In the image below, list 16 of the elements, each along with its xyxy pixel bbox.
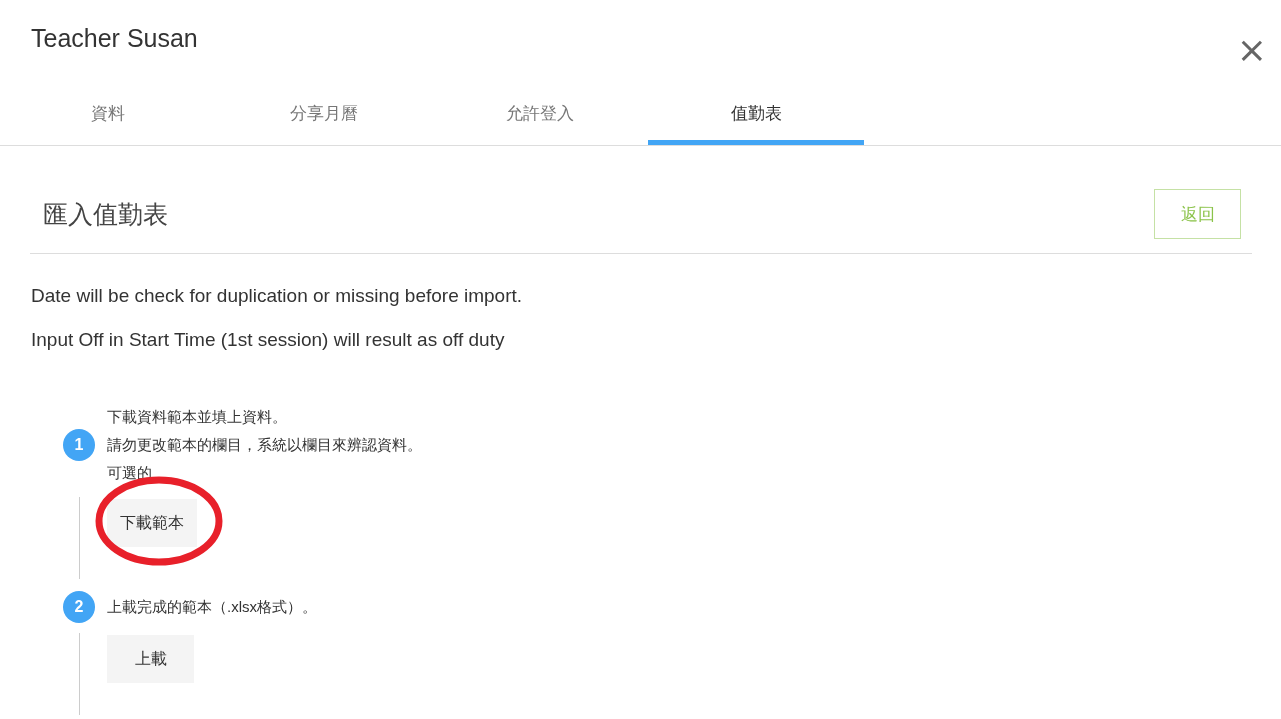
note-text: Date will be check for duplication or missing before import.: [31, 285, 524, 307]
dialog-title: Teacher Susan: [31, 24, 198, 53]
step-number: 1: [63, 429, 95, 461]
step-instruction: 下載資料範本並填上資料。: [107, 407, 288, 427]
tab[interactable]: 資料: [0, 90, 216, 145]
upload-button[interactable]: 上載: [107, 635, 194, 683]
tab[interactable]: 允許登入: [432, 90, 648, 145]
step-number: 2: [63, 591, 95, 623]
tab[interactable]: 分享月曆: [216, 90, 432, 145]
step-instruction: 請勿更改範本的欄目，系統以欄目來辨認資料。: [107, 435, 422, 455]
close-button[interactable]: ×: [1236, 32, 1267, 68]
tab[interactable]: 值勤表: [648, 90, 864, 145]
note-text: Input Off in Start Time (1st session) will result as off duty: [31, 329, 506, 351]
step-instruction: 上載完成的範本（.xlsx格式）。: [107, 597, 317, 617]
section-title: 匯入值勤表: [43, 198, 168, 230]
download-button[interactable]: 下載範本: [107, 499, 197, 547]
